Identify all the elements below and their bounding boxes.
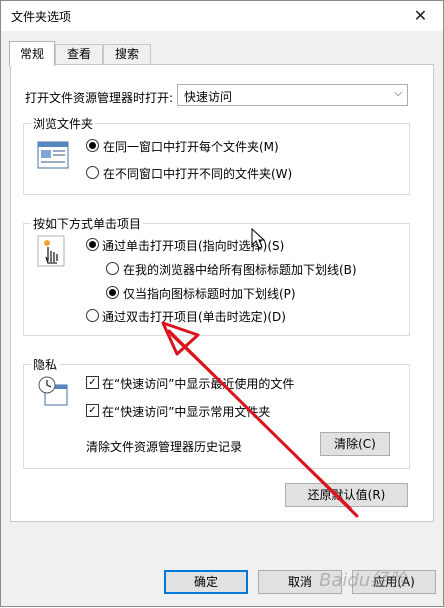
tab-general[interactable]: 常规 bbox=[9, 41, 55, 66]
watermark: Baidu经验 bbox=[319, 570, 407, 591]
folder-options-dialog: 文件夹选项 ✕ 常规 查看 搜索 打开文件资源管理器时打开: 快速访问 ⌵ 浏览… bbox=[0, 0, 444, 607]
annotation-arrow-icon bbox=[161, 321, 359, 518]
